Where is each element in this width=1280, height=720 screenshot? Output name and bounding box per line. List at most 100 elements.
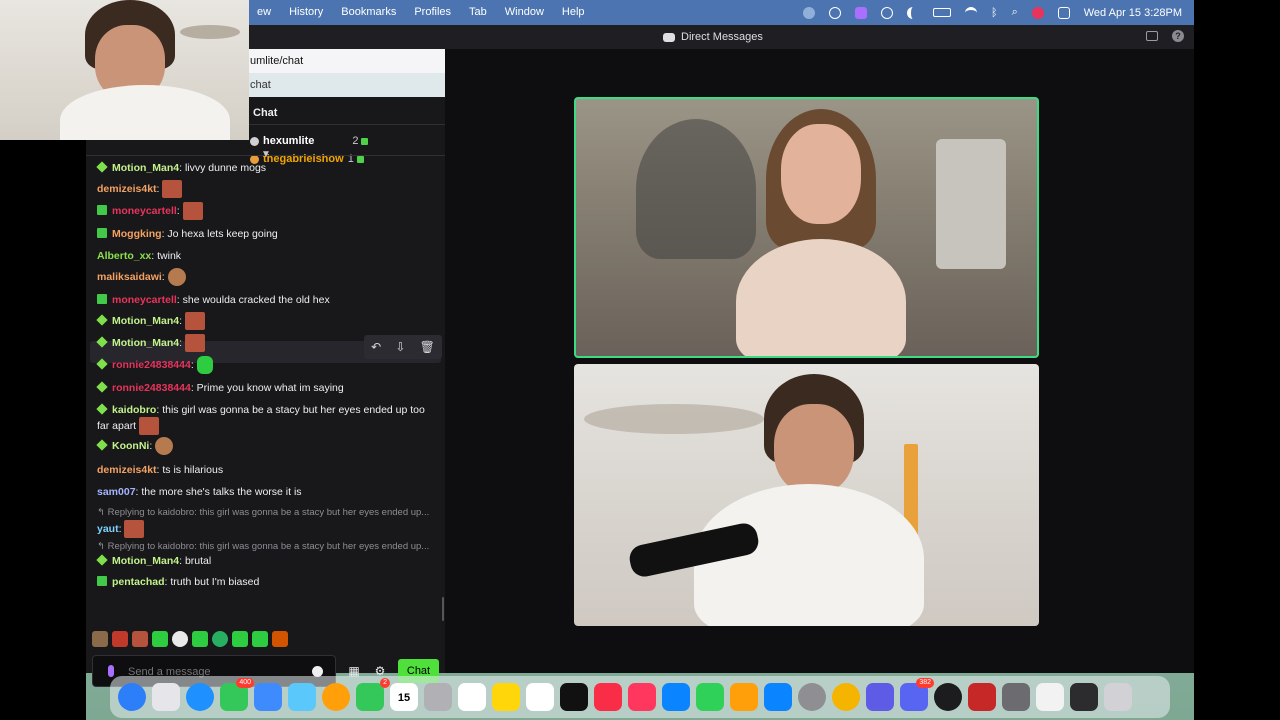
chat-username[interactable]: maliksaidawi: [97, 271, 162, 283]
maps-icon[interactable]: [288, 683, 316, 711]
chat-username[interactable]: moneycartell: [112, 294, 177, 306]
play-icon[interactable]: [880, 6, 893, 19]
news-icon[interactable]: [628, 683, 656, 711]
emote-option[interactable]: [272, 631, 288, 647]
chat-message[interactable]: ↰ Replying to kaidobro: this girl was go…: [96, 540, 435, 568]
simulator-icon[interactable]: [866, 683, 894, 711]
chat-message[interactable]: moneycartell:: [97, 202, 435, 220]
chat-message[interactable]: Motion_Man4:: [96, 312, 435, 330]
chat-message[interactable]: demizeis4kt:: [97, 180, 435, 198]
chat-username[interactable]: Moggking: [112, 228, 162, 240]
keynote-icon[interactable]: [662, 683, 690, 711]
pages-icon[interactable]: [730, 683, 758, 711]
chat-message[interactable]: KoonNi:: [96, 437, 435, 455]
chat-message[interactable]: Motion_Man4: livvy dunne mogs: [96, 161, 435, 175]
emote-option[interactable]: [112, 631, 128, 647]
dictionary-icon[interactable]: [968, 683, 996, 711]
chat-link-bar[interactable]: chat: [248, 73, 445, 97]
reply-icon[interactable]: ↶: [371, 340, 381, 354]
chat-scrollbar[interactable]: [442, 597, 444, 621]
chat-username[interactable]: kaidobro: [112, 404, 156, 416]
record-icon[interactable]: [802, 6, 815, 19]
app-store-icon[interactable]: [764, 683, 792, 711]
mail-icon[interactable]: [254, 683, 282, 711]
trash-icon[interactable]: [1104, 683, 1132, 711]
siri-icon[interactable]: [1031, 6, 1044, 19]
contacts-icon[interactable]: [424, 683, 452, 711]
url-bar[interactable]: umlite/chat: [248, 49, 445, 73]
music-icon[interactable]: [594, 683, 622, 711]
clock[interactable]: Wed Apr 15 3:28PM: [1084, 7, 1182, 19]
notes-icon[interactable]: [492, 683, 520, 711]
chat-message[interactable]: demizeis4kt: ts is hilarious: [97, 463, 435, 477]
freeform-icon[interactable]: [526, 683, 554, 711]
finder-icon[interactable]: [118, 683, 146, 711]
screenshot-icon[interactable]: [1070, 683, 1098, 711]
chat-username[interactable]: moneycartell: [112, 205, 177, 217]
bluetooth-icon[interactable]: ᛒ: [991, 7, 998, 19]
facetime-icon[interactable]: 2: [356, 678, 390, 711]
reply-context[interactable]: ↰ Replying to kaidobro: this girl was go…: [97, 540, 435, 554]
chat-username[interactable]: Motion_Man4: [112, 337, 179, 349]
messages-icon[interactable]: 400: [220, 678, 254, 711]
reminders-icon[interactable]: [458, 683, 486, 711]
battery-icon[interactable]: [932, 8, 951, 17]
pip-icon[interactable]: [1146, 31, 1158, 41]
chat-username[interactable]: ronnie24838444: [112, 382, 191, 394]
obs-icon[interactable]: [934, 683, 962, 711]
camera-app-icon[interactable]: [1002, 683, 1030, 711]
emote-option[interactable]: [92, 631, 108, 647]
video-tile-local[interactable]: [574, 364, 1039, 626]
apple-tv-icon[interactable]: [560, 683, 588, 711]
chat-username[interactable]: yaut: [97, 523, 119, 535]
leaderboard-item[interactable]: hexumlite 2: [250, 135, 369, 147]
chat-message[interactable]: Moggking: Jo hexa lets keep going: [97, 227, 435, 241]
calendar-icon[interactable]: 15: [390, 683, 418, 711]
search-icon[interactable]: ⌕: [1012, 6, 1018, 19]
moon-icon[interactable]: [906, 6, 919, 19]
chat-username[interactable]: pentachad: [112, 576, 165, 588]
emote-option[interactable]: [172, 631, 188, 647]
chat-username[interactable]: Motion_Man4: [112, 315, 179, 327]
chat-message[interactable]: Alberto_xx: twink: [97, 249, 435, 263]
emote-option[interactable]: [132, 631, 148, 647]
system-settings-icon[interactable]: [798, 683, 826, 711]
chat-message[interactable]: kaidobro: this girl was gonna be a stacy…: [96, 403, 435, 435]
photos-icon[interactable]: [322, 683, 350, 711]
chat-message[interactable]: ↰ Replying to kaidobro: this girl was go…: [97, 506, 435, 538]
chat-message[interactable]: pentachad: truth but I'm biased: [97, 575, 435, 589]
stream-app-icon[interactable]: [854, 6, 867, 19]
emote-option[interactable]: [232, 631, 248, 647]
chat-username[interactable]: Alberto_xx: [97, 250, 151, 262]
chat-username[interactable]: demizeis4kt: [97, 464, 157, 476]
chat-message[interactable]: sam007: the more she's talks the worse i…: [97, 485, 435, 499]
pin-icon[interactable]: ⇩: [395, 340, 405, 354]
microphone-icon[interactable]: [108, 665, 114, 677]
chat-message[interactable]: moneycartell: she woulda cracked the old…: [97, 293, 435, 307]
menu-window[interactable]: Window: [496, 0, 553, 25]
menu-view[interactable]: ew: [248, 0, 280, 25]
chat-username[interactable]: ronnie24838444: [112, 359, 191, 371]
menu-tab[interactable]: Tab: [460, 0, 496, 25]
chat-username[interactable]: Motion_Man4: [112, 555, 179, 567]
numbers-icon[interactable]: [696, 683, 724, 711]
chat-username[interactable]: Motion_Man4: [112, 162, 179, 174]
menu-help[interactable]: Help: [553, 0, 594, 25]
chat-username[interactable]: sam007: [97, 486, 136, 498]
menu-profiles[interactable]: Profiles: [405, 0, 460, 25]
chat-username[interactable]: KoonNi: [112, 440, 149, 452]
safari-icon[interactable]: [186, 683, 214, 711]
help-icon[interactable]: ?: [1172, 30, 1184, 42]
emote-option[interactable]: [192, 631, 208, 647]
menu-bookmarks[interactable]: Bookmarks: [332, 0, 405, 25]
chat-username[interactable]: demizeis4kt: [97, 183, 157, 195]
discord-dock-icon[interactable]: 382: [900, 678, 934, 711]
chrome-icon[interactable]: [832, 683, 860, 711]
launchpad-icon[interactable]: [152, 683, 180, 711]
wifi-icon[interactable]: [964, 6, 977, 19]
delete-icon[interactable]: 🗑: [420, 340, 435, 354]
chat-message[interactable]: ronnie24838444: Prime you know what im s…: [96, 381, 435, 395]
collapse-leaderboard-icon[interactable]: ▼: [260, 149, 272, 160]
emote-option[interactable]: [252, 631, 268, 647]
video-tile-remote[interactable]: [574, 97, 1039, 358]
